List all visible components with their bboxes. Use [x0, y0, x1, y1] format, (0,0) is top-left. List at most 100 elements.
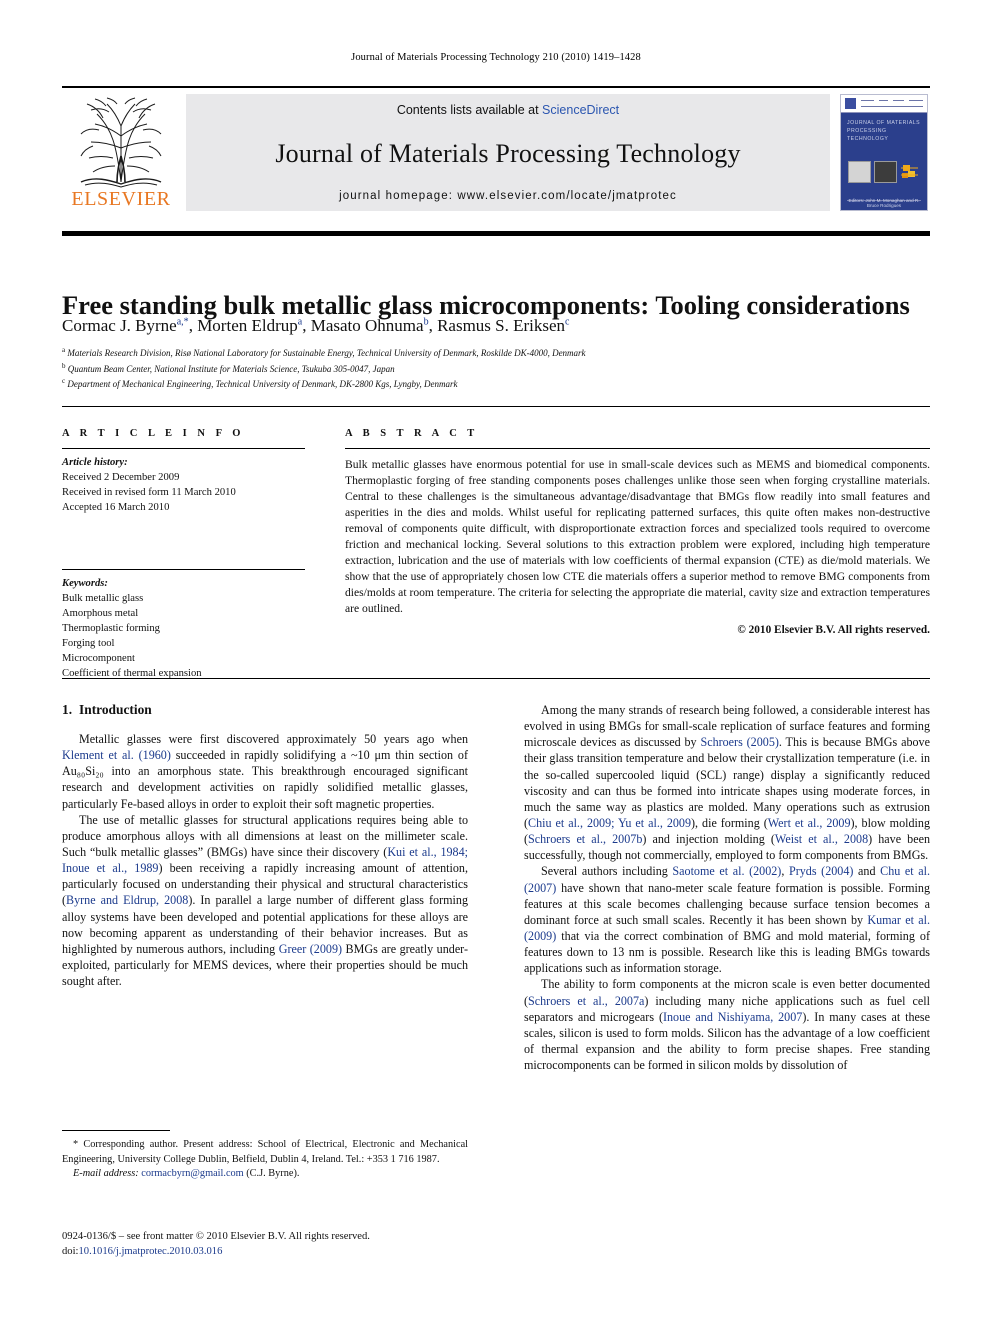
- paragraph: The ability to form components at the mi…: [524, 976, 930, 1073]
- paragraph-text: ), die forming (: [691, 815, 768, 830]
- article-history: Article history: Received 2 December 200…: [62, 455, 305, 515]
- paragraph: Several authors including Saotome et al.…: [524, 863, 930, 976]
- elsevier-tree-icon: [80, 97, 162, 188]
- masthead-bottom-rule: [62, 231, 930, 236]
- citation-link[interactable]: Schroers et al., 2007b: [528, 832, 642, 846]
- cover-title: JOURNAL OF MATERIALS PROCESSING TECHNOLO…: [847, 119, 921, 143]
- article-info-rule-2: [62, 569, 305, 571]
- affiliation-text: Department of Mechanical Engineering, Te…: [67, 379, 458, 390]
- cover-figure-1: [848, 161, 871, 183]
- doi-line: doi:10.1016/j.jmatprotec.2010.03.016: [62, 1244, 468, 1259]
- keywords-label: Keywords:: [62, 578, 108, 590]
- citation-link[interactable]: Byrne and Eldrup, 2008: [66, 893, 188, 907]
- affiliation-list: a Materials Research Division, Risø Nati…: [62, 345, 930, 392]
- abstract-rule: [345, 448, 930, 449]
- journal-cover-cell: JOURNAL OF MATERIALS PROCESSING TECHNOLO…: [838, 94, 930, 211]
- keyword-item: Forging tool: [62, 638, 115, 650]
- homepage-url[interactable]: www.elsevier.com/locate/jmatprotec: [457, 190, 677, 202]
- affiliation-mark: a: [62, 346, 66, 354]
- affiliation-mark: c: [62, 377, 66, 386]
- section-number: 1.: [62, 702, 73, 717]
- doi-label: doi:: [62, 1246, 79, 1258]
- journal-homepage-line: journal homepage: www.elsevier.com/locat…: [339, 190, 677, 202]
- email-link[interactable]: cormacbyrn@gmail.com: [141, 1168, 243, 1179]
- author-marks: a,*: [176, 316, 189, 328]
- cover-title-line1: JOURNAL OF MATERIALS: [847, 120, 921, 126]
- citation-link[interactable]: Schroers (2005): [700, 735, 778, 749]
- citation-link[interactable]: Klement et al. (1960): [62, 748, 171, 762]
- affiliation-mark: b: [62, 361, 66, 370]
- author-3: Rasmus S. Eriksenc: [437, 316, 569, 335]
- keyword-item: Coefficient of thermal expansion: [62, 668, 202, 680]
- doi-link[interactable]: 10.1016/j.jmatprotec.2010.03.016: [78, 1246, 222, 1257]
- article-page: Journal of Materials Processing Technolo…: [0, 0, 992, 1323]
- cover-editors: Editors: John M. Monaghan and R. Bruce R…: [848, 198, 920, 208]
- citation-link[interactable]: Saotome et al. (2002): [672, 864, 781, 878]
- cover-dash-5: [861, 106, 923, 108]
- author-name: Cormac J. Byrne: [62, 316, 177, 335]
- section-heading-introduction: 1. Introduction: [62, 702, 468, 718]
- email-note: E-mail address: cormacbyrn@gmail.com (C.…: [62, 1167, 468, 1182]
- abstract-column: A B S T R A C T Bulk metallic glasses ha…: [345, 428, 930, 636]
- cover-dash-3: [893, 100, 904, 102]
- contents-available-line: Contents lists available at ScienceDirec…: [397, 103, 619, 117]
- citation-link[interactable]: Greer (2009): [279, 942, 342, 956]
- info-band-bottom-rule: [62, 678, 930, 679]
- history-item: Received 2 December 2009: [62, 472, 180, 484]
- affiliation-item: c Department of Mechanical Engineering, …: [62, 376, 930, 392]
- citation-link[interactable]: Pryds (2004): [789, 864, 853, 878]
- paragraph: Among the many strands of research being…: [524, 702, 930, 863]
- cover-publisher-logo-icon: [845, 98, 856, 109]
- abstract-copyright: © 2010 Elsevier B.V. All rights reserved…: [737, 624, 930, 637]
- journal-masthead: ELSEVIER Contents lists available at Sci…: [62, 86, 930, 211]
- citation-link[interactable]: Schroers et al., 2007a: [528, 994, 644, 1008]
- journal-title: Journal of Materials Processing Technolo…: [275, 138, 741, 168]
- article-info-heading: A R T I C L E I N F O: [62, 428, 245, 439]
- contents-prefix: Contents lists available at: [396, 103, 543, 117]
- corresponding-author-note: * Corresponding author. Present address:…: [62, 1139, 468, 1165]
- article-info-rule-1: [62, 448, 305, 449]
- front-matter-line: 0924-0136/$ – see front matter © 2010 El…: [62, 1231, 370, 1242]
- body-column-left: 1. Introduction Metallic glasses were fir…: [62, 702, 468, 989]
- history-item: Received in revised form 11 March 2010: [62, 487, 236, 499]
- author-marks: c: [565, 316, 570, 328]
- history-item: Accepted 16 March 2010: [62, 502, 170, 514]
- cover-figure-2: [874, 161, 897, 183]
- author-list: Cormac J. Byrnea,*, Morten Eldrupa, Masa…: [62, 316, 570, 335]
- author-name: Masato Ohnuma: [310, 316, 424, 335]
- sciencedirect-link[interactable]: ScienceDirect: [542, 103, 619, 117]
- citation-link[interactable]: Wert et al., 2009: [768, 816, 851, 830]
- cover-dash-2: [879, 100, 888, 102]
- citation-link[interactable]: Inoue and Nishiyama, 2007: [663, 1010, 802, 1024]
- footnote-block: * Corresponding author. Present address:…: [62, 1138, 468, 1182]
- affiliation-text: Quantum Beam Center, National Institute …: [67, 363, 395, 374]
- author-marks: b: [423, 316, 429, 328]
- keyword-item: Microcomponent: [62, 653, 135, 665]
- keyword-item: Amorphous metal: [62, 608, 139, 620]
- paragraph-text: Several authors including: [541, 864, 673, 879]
- section-title: Introduction: [79, 702, 152, 717]
- body-column-right: Among the many strands of research being…: [524, 702, 930, 1073]
- running-head: Journal of Materials Processing Technolo…: [351, 52, 641, 63]
- paragraph: The use of metallic glasses for structur…: [62, 812, 468, 990]
- author-1: Morten Eldrupa: [197, 316, 302, 335]
- cover-figure-3: [900, 162, 919, 182]
- paragraph-text: that via the correct combination of BMG …: [524, 928, 930, 976]
- keyword-item: Thermoplastic forming: [62, 623, 160, 635]
- affiliation-text: Materials Research Division, Risø Nation…: [67, 348, 586, 358]
- abstract-text: Bulk metallic glasses have enormous pote…: [345, 458, 930, 616]
- paragraph-text: and: [853, 864, 881, 879]
- affiliation-item: b Quantum Beam Center, National Institut…: [62, 361, 930, 377]
- author-name: Rasmus S. Eriksen: [437, 316, 566, 335]
- citation-link[interactable]: Chiu et al., 2009; Yu et al., 2009: [528, 816, 691, 830]
- paragraph-text: ,: [781, 864, 789, 879]
- affiliation-item: a Materials Research Division, Risø Nati…: [62, 345, 930, 361]
- author-name: Morten Eldrup: [197, 316, 298, 335]
- footnote-rule: [62, 1130, 170, 1131]
- cover-title-line2: PROCESSING TECHNOLOGY: [847, 128, 889, 143]
- citation-link[interactable]: Weist et al., 2008: [775, 832, 868, 846]
- journal-banner: Contents lists available at ScienceDirec…: [186, 94, 830, 211]
- info-band-top-rule: [62, 406, 930, 407]
- cover-dash-1: [861, 100, 874, 102]
- abstract-heading: A B S T R A C T: [345, 428, 479, 439]
